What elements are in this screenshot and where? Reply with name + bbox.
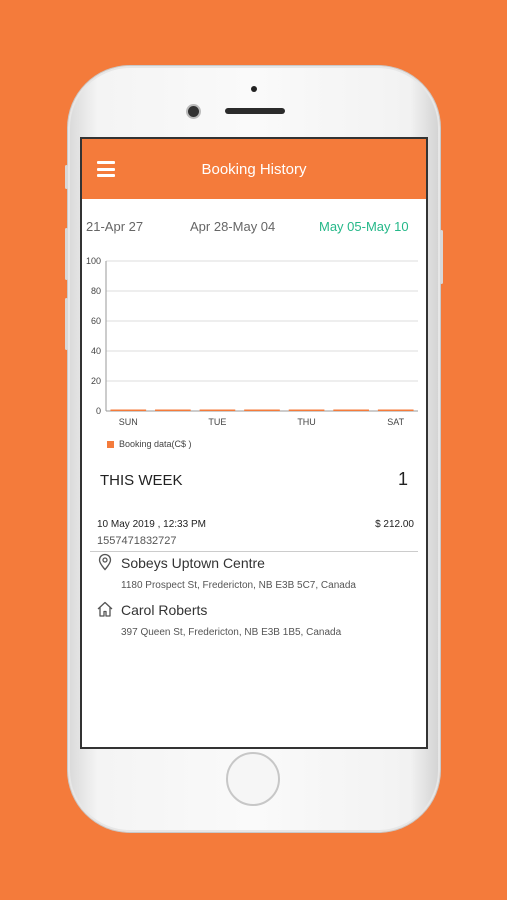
booking-amount: $ 212.00 [375, 519, 414, 530]
y-tick-label: 100 [86, 256, 101, 266]
pickup-name: Sobeys Uptown Centre [121, 555, 265, 571]
app-header: Booking History [82, 139, 426, 199]
week-tab-prev1[interactable]: Apr 28-May 04 [190, 219, 275, 234]
menu-icon[interactable] [97, 161, 115, 177]
booking-datetime: 10 May 2019 , 12:33 PM [97, 519, 206, 530]
chart-bar [377, 409, 414, 411]
chart-bar [110, 409, 147, 411]
legend-swatch [107, 440, 114, 448]
y-tick-label: 80 [91, 286, 101, 296]
dropoff-address: 397 Queen St, Fredericton, NB E3B 1B5, C… [121, 627, 342, 638]
speaker-grille [225, 108, 285, 114]
booking-chart: 0 20 40 60 80 100 SUN TUE THU SAT [86, 256, 418, 427]
week-tab-current[interactable]: May 05-May 10 [319, 219, 409, 234]
divider [90, 551, 418, 552]
volume-up-button [65, 228, 68, 280]
chart-bar [244, 409, 280, 411]
page-title: Booking History [201, 160, 307, 178]
chart-bar [155, 409, 191, 411]
y-tick-label: 20 [91, 376, 101, 386]
this-week-label: THIS WEEK [100, 472, 183, 489]
booking-card[interactable]: 10 May 2019 , 12:33 PM $ 212.00 15574718… [90, 509, 418, 659]
y-tick-label: 40 [91, 346, 101, 356]
booking-id: 1557471832727 [97, 535, 177, 547]
front-camera [188, 106, 199, 117]
dropoff-name: Carol Roberts [121, 602, 208, 618]
power-button [440, 230, 443, 284]
chart-bar [199, 409, 236, 411]
week-selector: 21-Apr 27 Apr 28-May 04 May 05-May 10 [82, 219, 426, 239]
booking-count: 1 [397, 469, 408, 489]
home-button[interactable] [226, 752, 280, 806]
legend-label: Booking data(C$ ) [119, 439, 192, 449]
chart-bar [288, 409, 325, 411]
chart-legend: Booking data(C$ ) [107, 439, 192, 449]
chart-bar [333, 409, 369, 411]
x-tick-label: SUN [119, 417, 138, 427]
y-tick-label: 60 [91, 316, 101, 326]
app-screen: Booking History 21-Apr 27 Apr 28-May 04 … [80, 137, 428, 749]
volume-down-button [65, 298, 68, 350]
sensor-dot [251, 86, 257, 92]
x-tick-label: TUE [208, 417, 226, 427]
home-icon [97, 601, 113, 617]
x-tick-label: SAT [387, 417, 404, 427]
location-pin-icon [98, 553, 112, 571]
y-tick-label: 0 [96, 406, 101, 416]
side-button [65, 165, 68, 189]
week-tab-prev2[interactable]: 21-Apr 27 [86, 219, 143, 234]
x-tick-label: THU [297, 417, 316, 427]
pickup-address: 1180 Prospect St, Fredericton, NB E3B 5C… [121, 580, 356, 591]
